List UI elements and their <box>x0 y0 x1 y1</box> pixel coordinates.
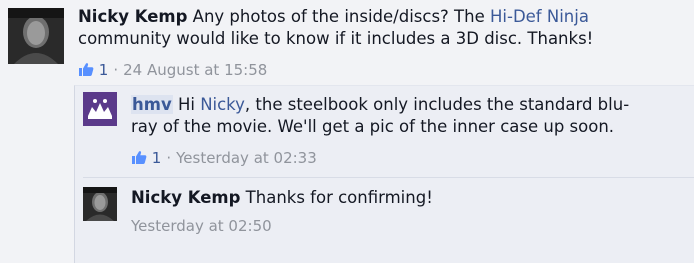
comment-author[interactable]: Nicky Kemp <box>78 7 187 26</box>
thumbs-up-icon[interactable] <box>78 61 94 77</box>
comment-timestamp[interactable]: 24 August at 15:58 <box>123 61 267 79</box>
reply-meta: 1 · Yesterday at 02:33 <box>131 148 317 168</box>
comment-text: Any photos of the inside/discs? The <box>187 7 490 26</box>
hmv-logo <box>83 92 117 126</box>
meta-separator: · <box>166 149 172 167</box>
mention-link[interactable]: Nicky <box>200 95 245 114</box>
reply-meta: Yesterday at 02:50 <box>131 216 272 236</box>
user-avatar[interactable] <box>8 8 64 64</box>
reply-timestamp[interactable]: Yesterday at 02:50 <box>131 217 272 235</box>
reply-text: Hi <box>172 95 201 114</box>
replies-container: hmv Hi Nicky, the steelbook only include… <box>74 85 694 263</box>
reply-timestamp[interactable]: Yesterday at 02:33 <box>176 149 317 167</box>
user-avatar-image <box>83 187 117 221</box>
comment-body: Nicky Kemp Any photos of the inside/disc… <box>78 6 668 50</box>
user-avatar-image <box>8 8 64 64</box>
meta-separator: · <box>113 61 119 79</box>
user-avatar[interactable] <box>83 187 117 221</box>
reply-body: hmv Hi Nicky, the steelbook only include… <box>131 94 651 138</box>
reply-text: Thanks for confirming! <box>240 188 433 207</box>
reply-body: Nicky Kemp Thanks for confirming! <box>131 187 651 209</box>
like-count[interactable]: 1 <box>152 149 162 167</box>
thumbs-up-icon[interactable] <box>131 149 147 165</box>
comment-meta: 1 · 24 August at 15:58 <box>78 60 267 80</box>
page-link[interactable]: Hi-Def Ninja <box>490 7 589 26</box>
hmv-avatar[interactable] <box>83 92 117 126</box>
like-count[interactable]: 1 <box>99 61 109 79</box>
reply-author[interactable]: Nicky Kemp <box>131 188 240 207</box>
divider <box>83 177 694 178</box>
comment-text-cont: community would like to know if it inclu… <box>78 29 594 48</box>
reply-author[interactable]: hmv <box>131 95 173 114</box>
